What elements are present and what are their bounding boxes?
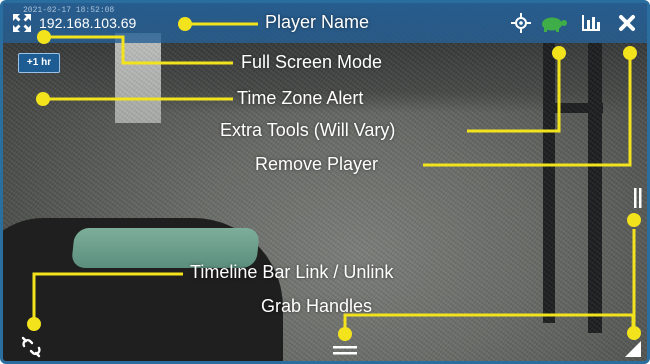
callout-time-zone-alert: Time Zone Alert (237, 88, 364, 108)
callout-dot-timeline-link (27, 317, 41, 331)
callout-full-screen-mode: Full Screen Mode (241, 52, 383, 72)
callout-grab-handles: Grab Handles (261, 296, 373, 316)
callout-dot-extra-tools (552, 46, 566, 60)
callout-remove-player: Remove Player (255, 154, 379, 174)
callout-player-name: Player Name (265, 12, 370, 32)
video-player[interactable]: 2021-02-17 18:52:08 192.168.103.69 +1 hr… (0, 0, 650, 364)
callout-dot-grab-handle-corner (627, 326, 641, 340)
callout-dot-grab-handle-right (627, 213, 641, 227)
callout-dot-full-screen (37, 30, 51, 44)
callout-timeline-link: Timeline Bar Link / Unlink (190, 262, 394, 282)
callout-dot-remove-player (623, 46, 637, 60)
callout-extra-tools: Extra Tools (Will Vary) (220, 120, 396, 140)
callout-dot-player-name (178, 17, 192, 31)
callout-dot-grab-handle-bottom (338, 327, 352, 341)
callout-dot-time-zone (36, 92, 50, 106)
